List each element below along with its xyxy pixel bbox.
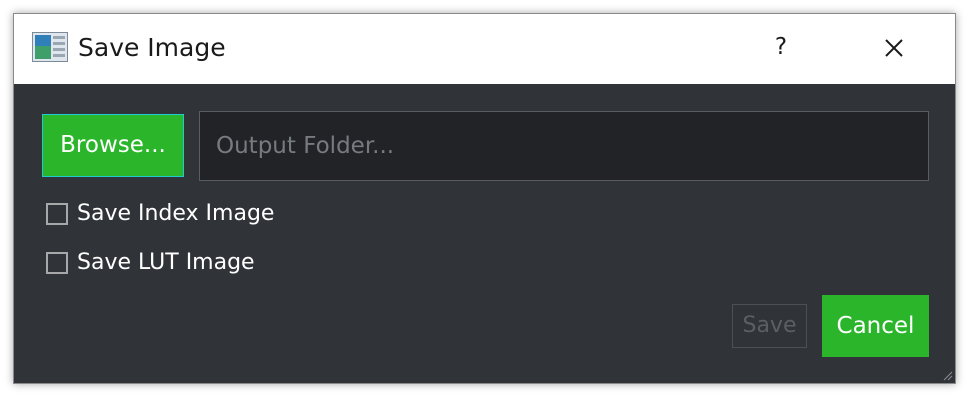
save-button[interactable]: Save <box>732 304 807 348</box>
help-button[interactable]: ? <box>769 28 793 66</box>
cancel-button[interactable]: Cancel <box>822 295 929 357</box>
output-folder-input[interactable] <box>199 111 929 181</box>
title-bar: Save Image ? <box>14 14 955 84</box>
app-image-icon <box>32 32 68 62</box>
dialog-title: Save Image <box>78 33 226 62</box>
save-lut-image-option[interactable]: Save LUT Image <box>46 248 255 278</box>
browse-button[interactable]: Browse... <box>42 114 184 177</box>
save-index-image-option[interactable]: Save Index Image <box>46 199 274 229</box>
save-index-image-checkbox[interactable] <box>46 203 68 225</box>
close-icon <box>885 39 903 57</box>
save-index-image-label: Save Index Image <box>77 201 275 226</box>
save-lut-image-label: Save LUT Image <box>77 250 255 275</box>
close-button[interactable] <box>874 28 914 68</box>
save-lut-image-checkbox[interactable] <box>46 252 68 274</box>
save-image-dialog: Save Image ? Browse... Save Index Image … <box>13 13 956 384</box>
resize-grip-icon[interactable] <box>943 371 953 381</box>
